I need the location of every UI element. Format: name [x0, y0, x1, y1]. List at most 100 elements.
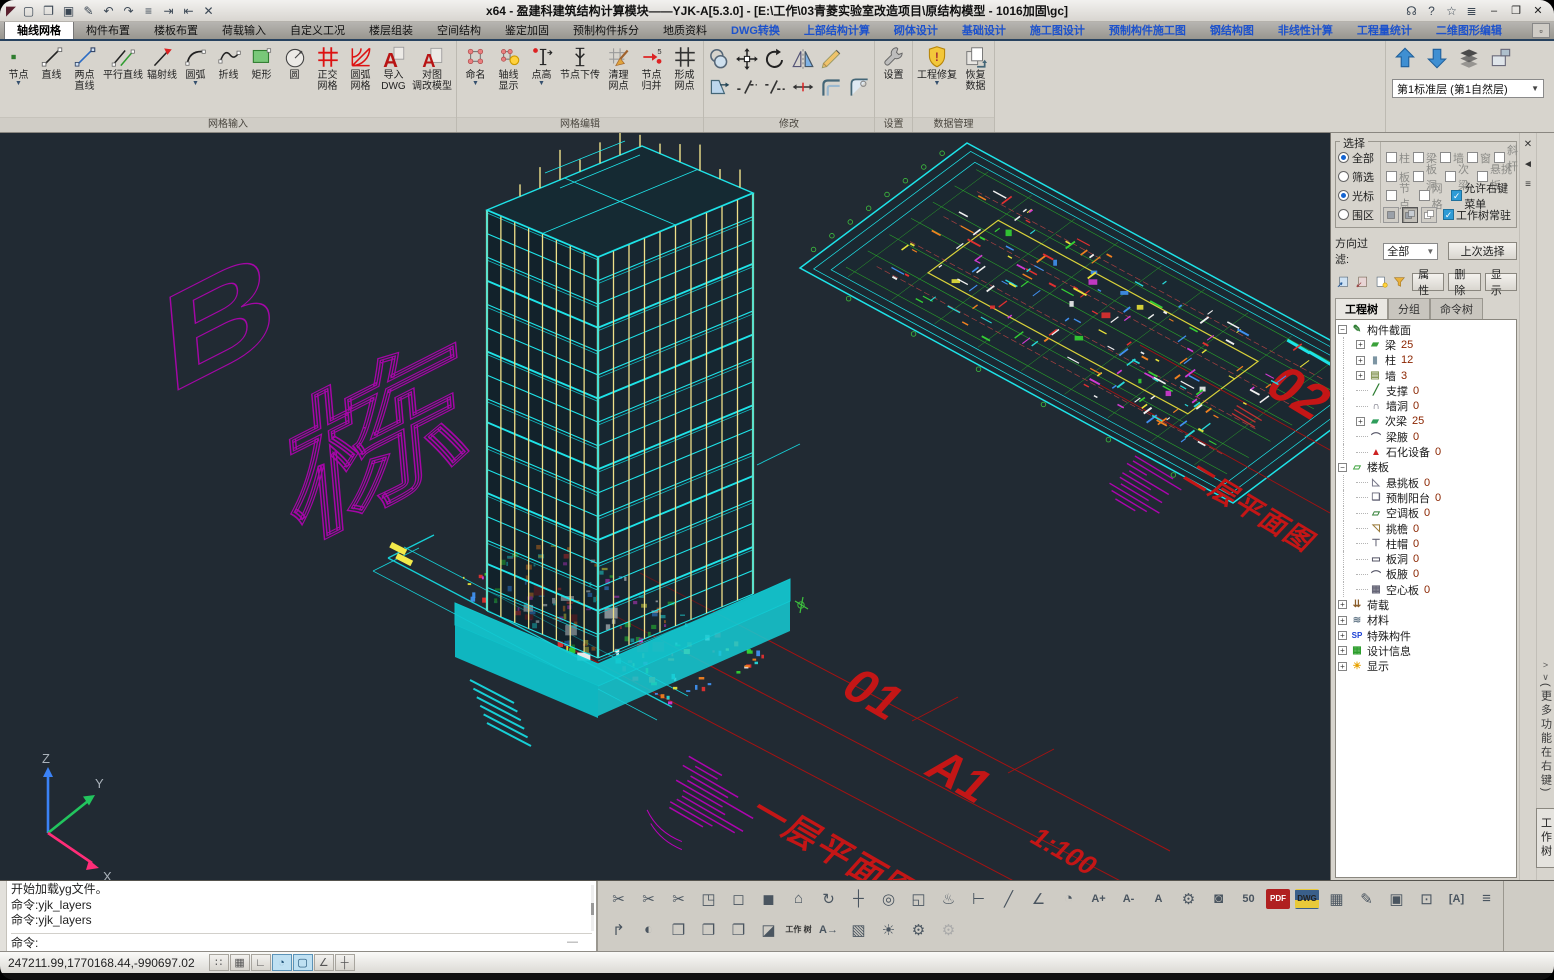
tracking-toggle[interactable]: ┼: [335, 954, 355, 971]
erase-button[interactable]: [818, 46, 844, 72]
tree-item-柱[interactable]: +▮柱12: [1338, 353, 1516, 368]
圆弧网格-button[interactable]: 圆弧 网格: [344, 43, 377, 93]
import-file-icon[interactable]: ⇥: [159, 2, 178, 19]
tab-DWG转换[interactable]: DWG转换: [719, 20, 792, 39]
redo-icon[interactable]: ↷: [119, 2, 138, 19]
tab-上部结构计算[interactable]: 上部结构计算: [792, 20, 882, 39]
notes-icon[interactable]: ≣: [1462, 2, 1481, 19]
tree-item-悬挑板[interactable]: ◺悬挑板0: [1338, 475, 1516, 490]
圆-button[interactable]: 圆: [278, 43, 311, 82]
tab-楼板布置[interactable]: 楼板布置: [142, 20, 210, 39]
curve-settings-alt-icon[interactable]: ⚙: [934, 916, 963, 943]
color-settings-icon[interactable]: ◐: [634, 916, 663, 943]
tab-overflow-button[interactable]: ▫: [1532, 23, 1550, 38]
对图调改模型-button[interactable]: A对图 调改模型: [410, 43, 454, 93]
expander-expand-icon[interactable]: +: [1356, 340, 1365, 349]
story-down-icon[interactable]: [1424, 45, 1450, 71]
measure-ruler-icon[interactable]: ╱: [994, 885, 1023, 912]
形成网点-button[interactable]: 形成 网点: [668, 43, 701, 93]
tree-item-挑檐[interactable]: ◹挑檐0: [1338, 521, 1516, 536]
tree-item-楼板[interactable]: −▱楼板: [1338, 460, 1516, 475]
命名-button[interactable]: 命名▼: [459, 43, 492, 88]
tab-轴线网格[interactable]: 轴线网格: [4, 19, 74, 39]
export-pdf-icon[interactable]: PDF: [1266, 889, 1290, 909]
圆弧-button[interactable]: 圆弧▼: [179, 43, 212, 88]
paste-block-icon[interactable]: ❐: [694, 916, 723, 943]
panel-menu-icon[interactable]: ≡: [1521, 177, 1535, 191]
command-prompt[interactable]: 命令:: [11, 934, 38, 951]
close-doc-icon[interactable]: ✕: [199, 2, 218, 19]
help-icon[interactable]: ?: [1422, 2, 1441, 19]
grid-dots-toggle[interactable]: ∷: [209, 954, 229, 971]
tab-构件布置[interactable]: 构件布置: [74, 20, 142, 39]
new-selection-icon[interactable]: [1373, 273, 1390, 291]
cad-canvas[interactable]: B栋02二层平面图01A1一层平面图1:100ZYX: [0, 133, 1330, 880]
tree-item-次梁[interactable]: +▰次梁25: [1338, 414, 1516, 429]
tree-item-板洞[interactable]: ▭板洞0: [1338, 551, 1516, 566]
command-resize-handle[interactable]: —: [567, 936, 592, 948]
轴线显示-button[interactable]: 轴线 显示: [492, 43, 525, 93]
zoom-window-icon[interactable]: ◱: [904, 885, 933, 912]
close-panel-icon[interactable]: ✕: [1521, 137, 1535, 151]
tab-钢结构图[interactable]: 钢结构图: [1198, 20, 1266, 39]
measure-arc-icon[interactable]: ◔: [1054, 885, 1083, 912]
expander-collapse-icon[interactable]: −: [1338, 325, 1347, 334]
tree-item-支撑[interactable]: ╱支撑0: [1338, 383, 1516, 398]
tree-item-梁[interactable]: +▰梁25: [1338, 337, 1516, 352]
正交网格-button[interactable]: 正交 网格: [311, 43, 344, 93]
text-enlarge-icon[interactable]: A+: [1084, 885, 1113, 912]
radio-围区[interactable]: 围区: [1338, 207, 1380, 223]
tree-item-设计信息[interactable]: +▦设计信息: [1338, 643, 1516, 658]
tab-砌体设计[interactable]: 砌体设计: [882, 20, 950, 39]
export-file-icon[interactable]: ⇤: [179, 2, 198, 19]
print-icon[interactable]: ≡: [139, 2, 158, 19]
点高-button[interactable]: 点高▼: [525, 43, 558, 88]
tab-工程量统计[interactable]: 工程量统计: [1345, 20, 1424, 39]
矩形-button[interactable]: 矩形: [245, 43, 278, 82]
save-as-icon[interactable]: ✎: [79, 2, 98, 19]
section-moon-icon[interactable]: ✂: [634, 885, 663, 912]
tool-settings-icon[interactable]: ⚙: [1174, 885, 1203, 912]
radio-光标[interactable]: 光标: [1338, 188, 1380, 204]
tree-item-石化设备[interactable]: ▲石化设备0: [1338, 444, 1516, 459]
stretch-button[interactable]: [706, 74, 732, 100]
section-sun-icon[interactable]: ✂: [604, 885, 633, 912]
tab-自定义工况[interactable]: 自定义工况: [278, 20, 357, 39]
undo-icon[interactable]: ↶: [99, 2, 118, 19]
tree-tab-分组[interactable]: 分组: [1388, 298, 1430, 319]
tree-tab-工程树[interactable]: 工程树: [1335, 298, 1388, 319]
direction-filter-select[interactable]: 全部 ▼: [1383, 243, 1438, 260]
worktree-vertical-tab[interactable]: 工作树: [1536, 808, 1554, 868]
minimize-button[interactable]: –: [1484, 3, 1504, 19]
command-scrollbar[interactable]: [591, 885, 594, 931]
break-button[interactable]: [734, 74, 760, 100]
text-frame-icon[interactable]: [A]: [1442, 885, 1471, 912]
tab-预制构件施工图[interactable]: 预制构件施工图: [1097, 20, 1198, 39]
section-restore-icon[interactable]: ✂: [664, 885, 693, 912]
expand-right-icon[interactable]: >: [1543, 659, 1548, 671]
checkbox-允许右键菜单[interactable]: ✓: [1451, 190, 1462, 201]
tree-item-空调板[interactable]: ▱空调板0: [1338, 506, 1516, 521]
move-button[interactable]: [734, 46, 760, 72]
两点直线-button[interactable]: 两点 直线: [68, 43, 101, 93]
measure-angle-icon[interactable]: ∠: [1024, 885, 1053, 912]
折线-button[interactable]: 折线: [212, 43, 245, 82]
tab-楼层组装[interactable]: 楼层组装: [357, 20, 425, 39]
view-cube-nw-icon[interactable]: ◳: [694, 885, 723, 912]
remove-selection-icon[interactable]: [1354, 273, 1371, 291]
tree-item-构件截面[interactable]: −✎构件截面: [1338, 322, 1516, 337]
tree-item-材料[interactable]: +≋材料: [1338, 613, 1516, 628]
属性-button[interactable]: 属性: [1412, 273, 1444, 291]
worktree-panel-icon[interactable]: 工作 树: [784, 916, 813, 943]
平行直线-button[interactable]: 平行直线: [101, 43, 145, 82]
显示-button[interactable]: 显示: [1485, 273, 1517, 291]
story-stack-icon[interactable]: [1456, 45, 1482, 71]
copy-button[interactable]: [706, 46, 732, 72]
story-up-icon[interactable]: [1392, 45, 1418, 71]
checkbox-工作树常驻[interactable]: ✓: [1443, 209, 1454, 220]
expander-expand-icon[interactable]: +: [1338, 631, 1347, 640]
fillet-button[interactable]: [846, 74, 872, 100]
节点归并-button[interactable]: 5节点 归并: [635, 43, 668, 93]
favorites-icon[interactable]: ☆: [1442, 2, 1461, 19]
ortho-toggle[interactable]: ∟: [251, 954, 271, 971]
